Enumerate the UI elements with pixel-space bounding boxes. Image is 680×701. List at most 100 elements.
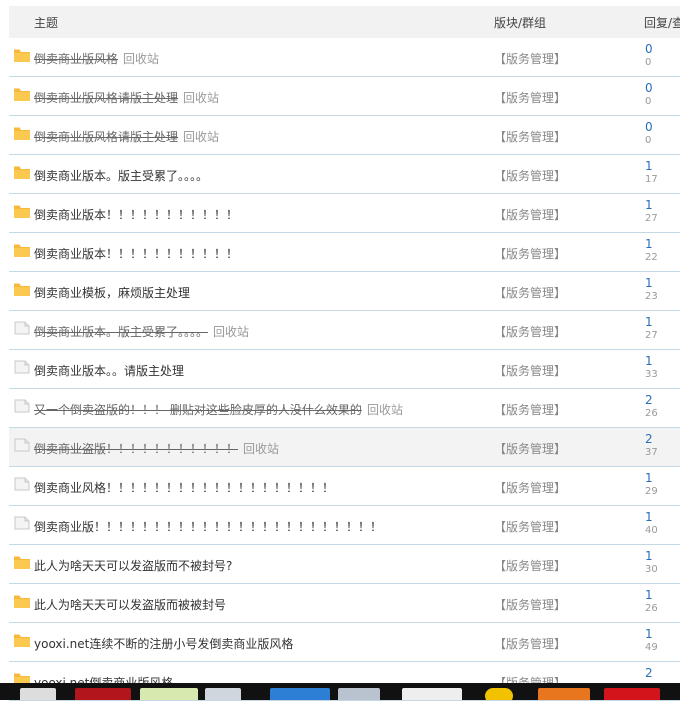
taskbar (0, 683, 680, 700)
table-row[interactable]: 倒卖商业版本。版主受累了。。。。 【版务管理】 1 17 (9, 155, 680, 194)
document-icon (14, 360, 30, 374)
taskbar-icon-1[interactable] (20, 688, 56, 700)
reply-count[interactable]: 2 (645, 667, 653, 680)
folder-icon (14, 633, 30, 647)
thread-title[interactable]: 倒卖商业版本！！！！！！！！！！！ (34, 245, 238, 262)
table-row[interactable]: 倒卖商业盗版！！！！！！！！！！！ 回收站 【版务管理】 2 37 (9, 428, 680, 467)
reply-count[interactable]: 1 (645, 199, 653, 212)
taskbar-icon-4[interactable] (205, 688, 241, 700)
forum-link[interactable]: 【版务管理】 (494, 401, 566, 418)
folder-icon (14, 165, 30, 179)
reply-count[interactable]: 1 (645, 238, 653, 251)
table-row[interactable]: 此人为啥天天可以发盗版而被被封号 【版务管理】 1 26 (9, 584, 680, 623)
table-row[interactable]: 倒卖商业版！！！！！！！！！！！！！！！！！！！！！！！！ 【版务管理】 1 40 (9, 506, 680, 545)
reply-count[interactable]: 1 (645, 277, 653, 290)
forum-link[interactable]: 【版务管理】 (494, 479, 566, 496)
thread-title[interactable]: 倒卖商业风格！！！！！！！！！！！！！！！！！！！ (34, 479, 334, 496)
folder-icon (14, 87, 30, 101)
table-row[interactable]: 倒卖商业版风格 回收站 【版务管理】 0 0 (9, 38, 680, 77)
forum-link[interactable]: 【版务管理】 (494, 128, 566, 145)
view-count: 29 (645, 486, 658, 497)
document-icon (14, 516, 30, 530)
forum-link[interactable]: 【版务管理】 (494, 518, 566, 535)
header-forum[interactable]: 版块/群组 (494, 14, 546, 31)
taskbar-icon-10[interactable] (604, 688, 660, 700)
view-count: 33 (645, 369, 658, 380)
thread-title[interactable]: 倒卖商业版风格请版主处理 (34, 89, 178, 106)
table-row[interactable]: 此人为啥天天可以发盗版而不被封号? 【版务管理】 1 30 (9, 545, 680, 584)
table-row[interactable]: 倒卖商业版本！！！！！！！！！！！ 【版务管理】 1 22 (9, 233, 680, 272)
taskbar-icon-2[interactable] (75, 688, 131, 700)
reply-count[interactable]: 1 (645, 628, 653, 641)
table-row[interactable]: yooxi.net连续不断的注册小号发倒卖商业版风格 【版务管理】 1 49 (9, 623, 680, 662)
reply-count[interactable]: 1 (645, 589, 653, 602)
reply-count[interactable]: 0 (645, 82, 653, 95)
thread-title[interactable]: 又一个倒卖盗版的！！！ 删贴对这些脸皮厚的人没什么效果的 (34, 401, 362, 418)
thread-title[interactable]: 倒卖商业版风格 (34, 50, 118, 67)
thread-title[interactable]: 倒卖商业版！！！！！！！！！！！！！！！！！！！！！！！！ (34, 518, 382, 535)
forum-link[interactable]: 【版务管理】 (494, 206, 566, 223)
reply-count[interactable]: 1 (645, 160, 653, 173)
table-row[interactable]: 倒卖商业模板，麻烦版主处理 【版务管理】 1 23 (9, 272, 680, 311)
view-count: 27 (645, 213, 658, 224)
view-count: 0 (645, 135, 652, 146)
thread-title[interactable]: 此人为啥天天可以发盗版而被被封号 (34, 596, 226, 613)
forum-link[interactable]: 【版务管理】 (494, 167, 566, 184)
table-row[interactable]: 倒卖商业版风格请版主处理 回收站 【版务管理】 0 0 (9, 116, 680, 155)
table-row[interactable]: 倒卖商业版本。版主受累了。。。。 回收站 【版务管理】 1 27 (9, 311, 680, 350)
forum-link[interactable]: 【版务管理】 (494, 323, 566, 340)
taskbar-icon-8[interactable] (485, 688, 513, 700)
taskbar-icon-7[interactable] (402, 688, 462, 700)
view-count: 0 (645, 57, 652, 68)
thread-title[interactable]: 倒卖商业模板，麻烦版主处理 (34, 284, 190, 301)
reply-count[interactable]: 1 (645, 511, 653, 524)
taskbar-icon-5[interactable] (270, 688, 330, 700)
thread-title[interactable]: 倒卖商业版本！！！！！！！！！！！ (34, 206, 238, 223)
reply-count[interactable]: 1 (645, 355, 653, 368)
thread-title[interactable]: 倒卖商业版本。版主受累了。。。。 (34, 167, 208, 184)
recycle-bin-tag: 回收站 (367, 403, 404, 417)
folder-icon (14, 243, 30, 257)
header-topic[interactable]: 主题 (34, 14, 58, 31)
forum-link[interactable]: 【版务管理】 (494, 440, 566, 457)
table-row[interactable]: 倒卖商业风格！！！！！！！！！！！！！！！！！！！ 【版务管理】 1 29 (9, 467, 680, 506)
folder-icon (14, 48, 30, 62)
forum-link[interactable]: 【版务管理】 (494, 635, 566, 652)
reply-count[interactable]: 1 (645, 316, 653, 329)
reply-count[interactable]: 0 (645, 43, 653, 56)
document-icon (14, 477, 30, 491)
taskbar-icon-3[interactable] (140, 688, 198, 700)
recycle-bin-tag: 回收站 (213, 325, 250, 339)
thread-title[interactable]: 倒卖商业盗版！！！！！！！！！！！ (34, 440, 238, 457)
thread-title[interactable]: 倒卖商业版本。。请版主处理 (34, 362, 184, 379)
table-row[interactable]: 又一个倒卖盗版的！！！ 删贴对这些脸皮厚的人没什么效果的 回收站 【版务管理】 2 26 (9, 389, 680, 428)
forum-link[interactable]: 【版务管理】 (494, 89, 566, 106)
table-row[interactable]: 倒卖商业版风格请版主处理 回收站 【版务管理】 0 0 (9, 77, 680, 116)
thread-title[interactable]: 此人为啥天天可以发盗版而不被封号? (34, 557, 232, 574)
view-count: 40 (645, 525, 658, 536)
table-row[interactable]: 倒卖商业版本。。请版主处理 【版务管理】 1 33 (9, 350, 680, 389)
reply-count[interactable]: 2 (645, 433, 653, 446)
header-stats[interactable]: 回复/查 (644, 14, 680, 31)
forum-link[interactable]: 【版务管理】 (494, 596, 566, 613)
reply-count[interactable]: 1 (645, 550, 653, 563)
thread-title[interactable]: 倒卖商业版风格请版主处理 (34, 128, 178, 145)
table-row[interactable]: 倒卖商业版本！！！！！！！！！！！ 【版务管理】 1 27 (9, 194, 680, 233)
view-count: 0 (645, 96, 652, 107)
view-count: 17 (645, 174, 658, 185)
reply-count[interactable]: 2 (645, 394, 653, 407)
reply-count[interactable]: 0 (645, 121, 653, 134)
forum-link[interactable]: 【版务管理】 (494, 362, 566, 379)
taskbar-icon-9[interactable] (538, 688, 590, 700)
document-icon (14, 438, 30, 452)
thread-title[interactable]: yooxi.net连续不断的注册小号发倒卖商业版风格 (34, 635, 293, 652)
taskbar-icon-6[interactable] (338, 688, 380, 700)
folder-icon (14, 126, 30, 140)
forum-link[interactable]: 【版务管理】 (494, 50, 566, 67)
forum-link[interactable]: 【版务管理】 (494, 245, 566, 262)
forum-link[interactable]: 【版务管理】 (494, 284, 566, 301)
reply-count[interactable]: 1 (645, 472, 653, 485)
thread-title[interactable]: 倒卖商业版本。版主受累了。。。。 (34, 323, 208, 340)
forum-link[interactable]: 【版务管理】 (494, 557, 566, 574)
thread-list: 主题 版块/群组 回复/查 倒卖商业版风格 回收站 【版务管理】 0 0 倒卖商业版风格请… (9, 6, 680, 701)
